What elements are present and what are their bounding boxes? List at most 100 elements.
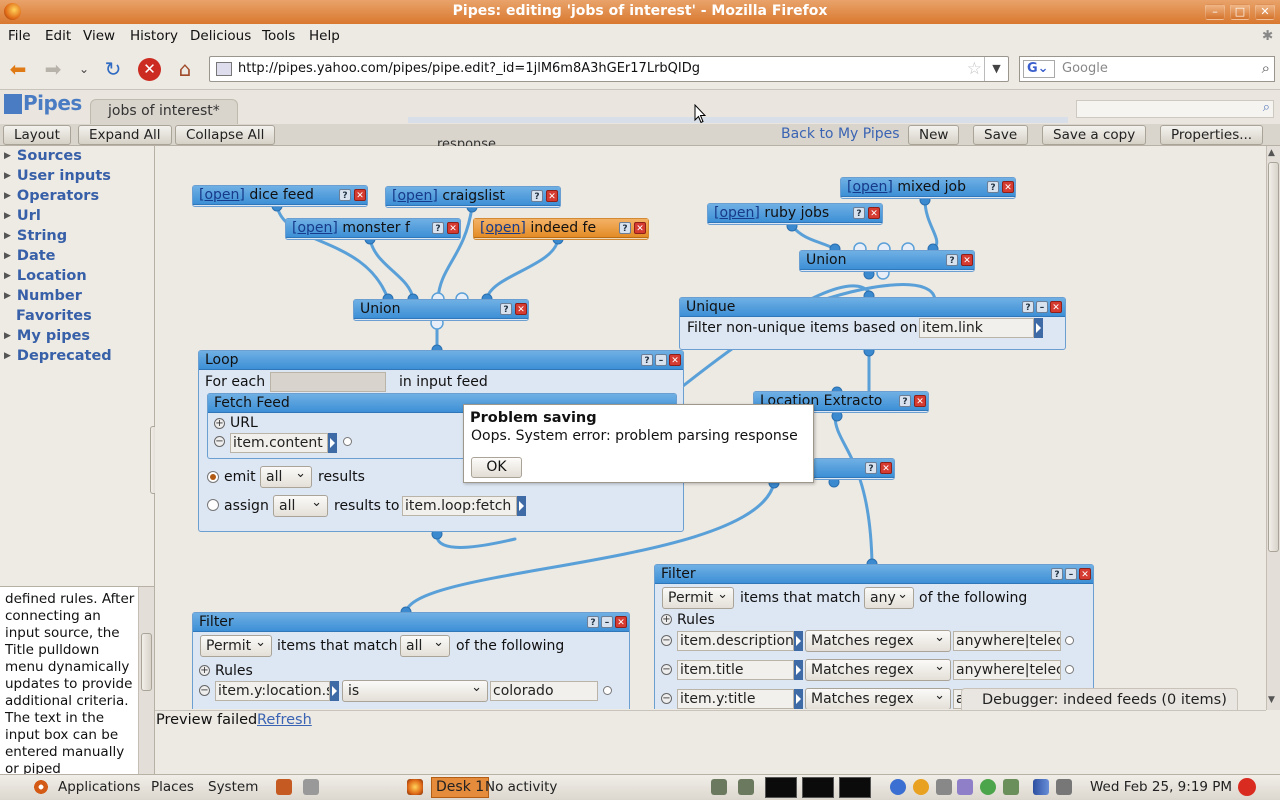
scroll-up-icon[interactable]: ▲ <box>1268 148 1275 158</box>
open-link[interactable]: [open] <box>392 188 438 204</box>
close-module-icon[interactable]: ✕ <box>961 254 973 266</box>
maximize-button[interactable]: □ <box>1230 4 1250 20</box>
open-link[interactable]: [open] <box>480 220 526 236</box>
terminal-icon[interactable] <box>1065 665 1074 674</box>
help-icon[interactable]: ? <box>500 303 512 315</box>
for-each-input[interactable] <box>270 372 386 392</box>
field-picker-icon[interactable] <box>328 433 337 453</box>
module-union-left[interactable]: Union ? ✕ <box>353 299 529 321</box>
tab-pipe-document[interactable]: jobs of interest* <box>90 99 238 124</box>
close-module-icon[interactable]: ✕ <box>515 303 527 315</box>
minimize-module-icon[interactable]: – <box>655 354 667 366</box>
launcher-icon[interactable] <box>303 779 319 795</box>
rule-value-input[interactable]: anywhere|telec <box>953 660 1061 680</box>
help-icon[interactable]: ? <box>641 354 653 366</box>
url-bar[interactable]: http://pipes.yahoo.com/pipes/pipe.edit?_… <box>209 56 1009 82</box>
library-user-inputs[interactable]: ▶ User inputs <box>4 168 111 184</box>
match-select[interactable]: any <box>864 585 914 609</box>
new-button[interactable]: New <box>908 125 960 145</box>
minimize-module-icon[interactable]: – <box>1036 301 1048 313</box>
module-partially-hidden[interactable]: ? ✕ <box>813 458 895 480</box>
unique-field[interactable]: item.link <box>919 318 1034 338</box>
close-module-icon[interactable]: ✕ <box>634 222 646 234</box>
help-scrollbar[interactable] <box>138 587 154 775</box>
canvas-vertical-scrollbar[interactable]: ▲ ▼ <box>1266 146 1280 710</box>
filter-mode-select[interactable]: Permit <box>662 585 734 609</box>
rule-field[interactable]: item.title <box>677 660 794 680</box>
library-url[interactable]: ▶ Url <box>4 208 41 224</box>
menu-view[interactable]: View <box>83 28 115 44</box>
help-icon[interactable]: ? <box>619 222 631 234</box>
remove-rule-icon[interactable]: − <box>661 664 672 675</box>
menu-edit[interactable]: Edit <box>45 28 71 44</box>
close-module-icon[interactable]: ✕ <box>1079 568 1091 580</box>
terminal-icon[interactable] <box>1065 636 1074 645</box>
close-module-icon[interactable]: ✕ <box>615 616 627 628</box>
search-input[interactable]: Google <box>1062 61 1108 76</box>
workspace-desk-1[interactable]: Desk 1 <box>431 777 490 798</box>
close-window-button[interactable]: ✕ <box>1255 4 1275 20</box>
match-select[interactable]: all <box>400 633 450 657</box>
remove-url-icon[interactable]: − <box>214 436 225 447</box>
minimize-module-icon[interactable]: – <box>1065 568 1077 580</box>
module-indeed-feed[interactable]: [open] indeed fe ? ✕ <box>473 218 649 240</box>
help-icon[interactable]: ? <box>531 190 543 202</box>
menu-help[interactable]: Help <box>309 28 340 44</box>
open-link[interactable]: [open] <box>714 205 760 221</box>
close-module-icon[interactable]: ✕ <box>354 189 366 201</box>
minimize-button[interactable]: – <box>1205 4 1225 20</box>
dialog-ok-button[interactable]: OK <box>471 457 522 478</box>
url-field[interactable]: item.content <box>230 433 328 453</box>
assign-select[interactable]: all <box>273 493 328 517</box>
signal-icon[interactable] <box>1033 779 1049 795</box>
filter-mode-select[interactable]: Permit <box>200 633 272 657</box>
module-mixed-jobs[interactable]: [open] mixed job ? ✕ <box>840 177 1016 199</box>
places-menu[interactable]: Places <box>151 779 194 795</box>
url-text[interactable]: http://pipes.yahoo.com/pipes/pipe.edit?_… <box>238 61 700 76</box>
library-operators[interactable]: ▶ Operators <box>4 188 99 204</box>
close-module-icon[interactable]: ✕ <box>880 462 892 474</box>
tool-icon[interactable] <box>936 779 952 795</box>
remove-rule-icon[interactable]: − <box>661 635 672 646</box>
bluetooth-icon[interactable] <box>890 779 906 795</box>
back-icon[interactable]: ⬅ <box>6 57 30 81</box>
help-icon[interactable]: ? <box>853 207 865 219</box>
search-bar[interactable]: G⌄ Google ⌕ <box>1019 56 1275 82</box>
layout-button[interactable]: Layout <box>3 125 71 145</box>
forward-icon[interactable]: ➡ <box>41 57 65 81</box>
help-scrollbar-thumb[interactable] <box>141 633 152 691</box>
add-url-icon[interactable]: + <box>214 418 225 429</box>
site-identity-icon[interactable] <box>216 62 232 76</box>
save-button[interactable]: Save <box>973 125 1029 145</box>
history-dropdown-icon[interactable]: ⌄ <box>72 57 96 81</box>
network-manager-icon[interactable] <box>1003 779 1019 795</box>
open-link[interactable]: [open] <box>292 220 338 236</box>
field-picker-icon[interactable] <box>794 631 803 651</box>
scroll-down-icon[interactable]: ▼ <box>1268 695 1275 705</box>
library-location[interactable]: ▶ Location <box>4 268 87 284</box>
field-picker-icon[interactable] <box>1034 318 1043 338</box>
reload-icon[interactable]: ↻ <box>101 57 125 81</box>
close-module-icon[interactable]: ✕ <box>868 207 880 219</box>
firefox-launcher-icon[interactable] <box>276 779 292 795</box>
library-date[interactable]: ▶ Date <box>4 248 56 264</box>
field-picker-icon[interactable] <box>794 660 803 680</box>
search-icon[interactable]: ⌕ <box>1262 59 1270 77</box>
menu-tools[interactable]: Tools <box>262 28 295 44</box>
settings-icon[interactable] <box>957 779 973 795</box>
field-picker-icon[interactable] <box>517 496 526 516</box>
help-icon[interactable]: ? <box>946 254 958 266</box>
weather-icon[interactable] <box>913 779 929 795</box>
close-module-icon[interactable]: ✕ <box>546 190 558 202</box>
close-module-icon[interactable]: ✕ <box>669 354 681 366</box>
rule-value-input[interactable]: anywhere|telec <box>953 631 1061 651</box>
system-menu[interactable]: System <box>208 779 258 795</box>
close-module-icon[interactable]: ✕ <box>1050 301 1062 313</box>
emit-radio[interactable] <box>207 471 219 483</box>
help-icon[interactable]: ? <box>899 395 911 407</box>
terminal-icon[interactable] <box>343 437 352 446</box>
rule-operator-select[interactable]: Matches regex <box>805 657 951 681</box>
module-unique[interactable]: Unique ? – ✕ Filter non-unique items bas… <box>679 297 1066 350</box>
module-dice-feed[interactable]: [open] dice feed ? ✕ <box>192 185 368 207</box>
rule-field[interactable]: item.description <box>677 631 794 651</box>
